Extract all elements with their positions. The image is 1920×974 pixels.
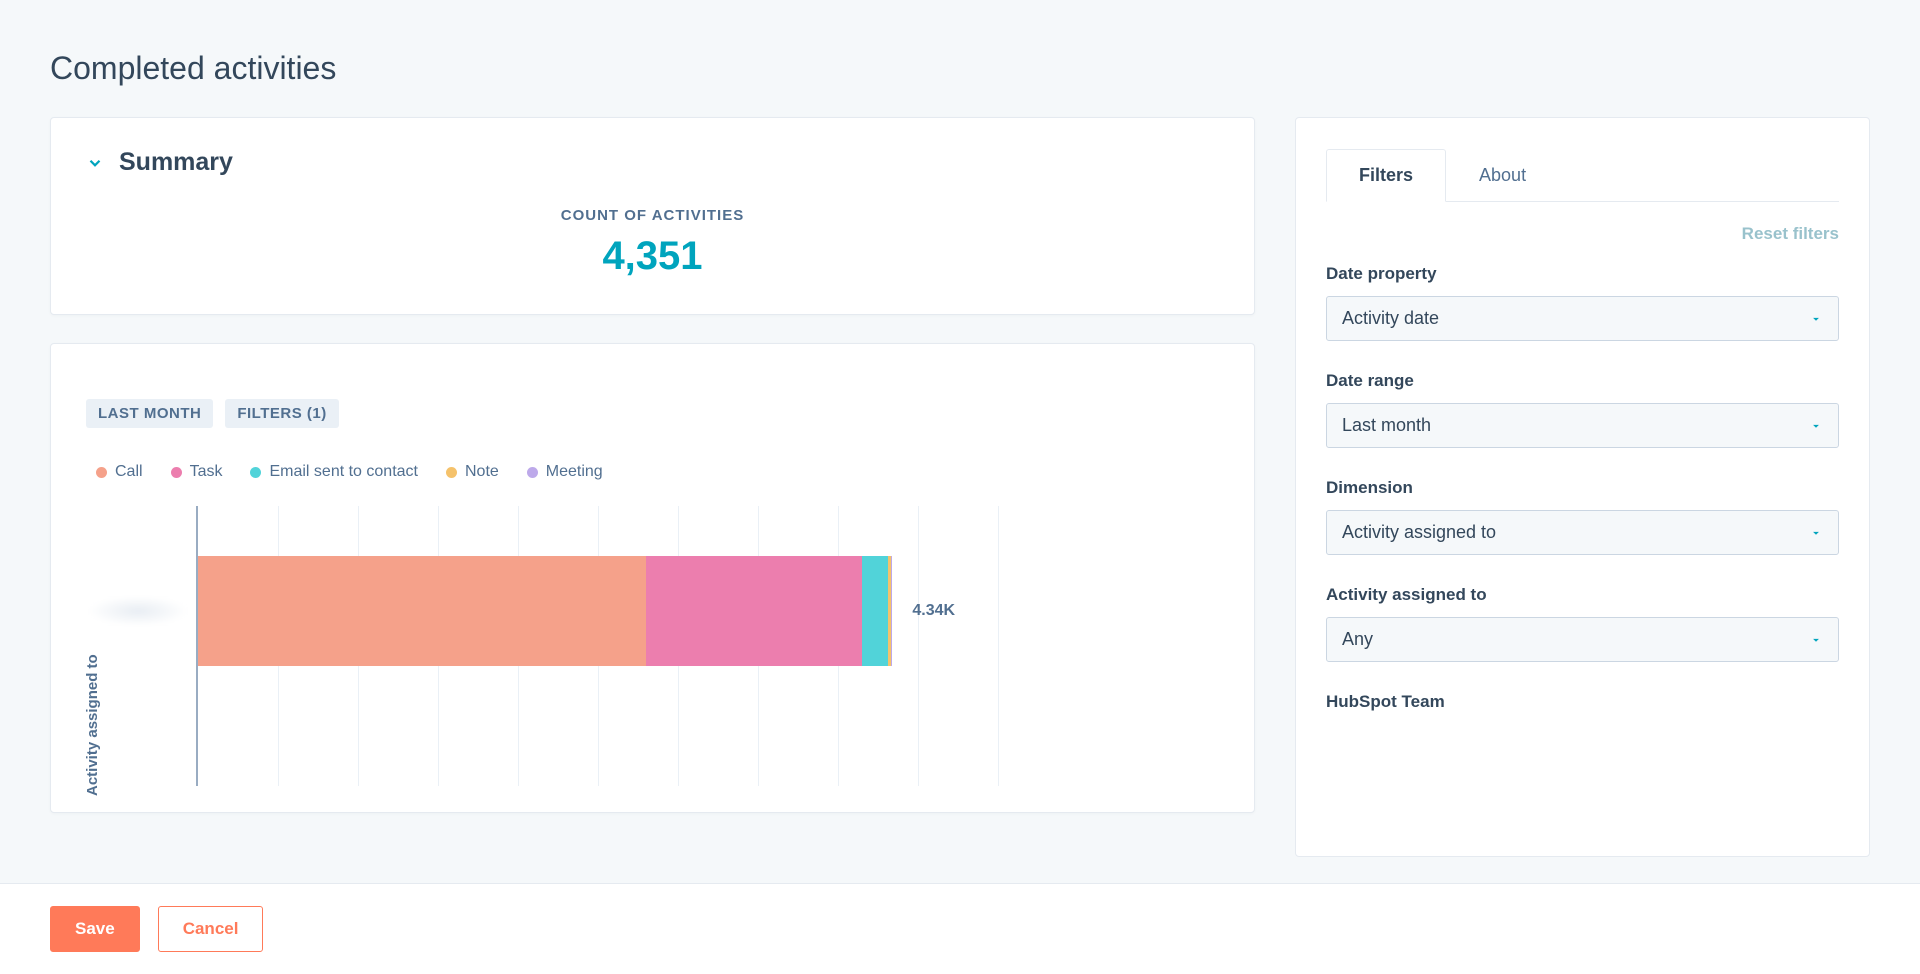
chart-legend: Call Task Email sent to contact Note Meeting <box>86 463 1219 481</box>
cancel-button[interactable]: Cancel <box>158 906 264 952</box>
select-date-property[interactable]: Activity date <box>1326 296 1839 341</box>
select-value: Activity date <box>1342 308 1439 329</box>
chip-date-range[interactable]: LAST MONTH <box>86 399 213 428</box>
bar-segment-email-sent-to-contact[interactable] <box>862 556 888 666</box>
filter-date-range: Date range Last month <box>1326 371 1839 448</box>
filter-label: Date property <box>1326 264 1839 284</box>
tabs: Filters About <box>1326 148 1839 202</box>
reset-filters-link[interactable]: Reset filters <box>1742 224 1839 243</box>
filter-label: Date range <box>1326 371 1839 391</box>
legend-label: Email sent to contact <box>269 463 418 481</box>
category-label-redacted <box>88 596 188 626</box>
chevron-down-icon[interactable] <box>86 154 104 172</box>
bar-total-label: 4.34K <box>912 602 955 620</box>
filter-dimension: Dimension Activity assigned to <box>1326 478 1839 555</box>
filter-label: Dimension <box>1326 478 1839 498</box>
select-value: Any <box>1342 629 1373 650</box>
caret-down-icon <box>1809 312 1823 326</box>
chart-plot: 4.34K <box>196 506 1219 786</box>
select-dimension[interactable]: Activity assigned to <box>1326 510 1839 555</box>
legend-item[interactable]: Email sent to contact <box>250 463 418 481</box>
caret-down-icon <box>1809 526 1823 540</box>
filter-hubspot-team: HubSpot Team <box>1326 692 1839 712</box>
tab-about[interactable]: About <box>1446 149 1559 202</box>
legend-item[interactable]: Meeting <box>527 463 603 481</box>
y-axis-label: Activity assigned to <box>84 654 101 796</box>
right-column: Filters About Reset filters Date propert… <box>1295 117 1870 857</box>
bar-segment-meeting[interactable] <box>891 556 893 666</box>
legend-dot-icon <box>527 467 538 478</box>
legend-dot-icon <box>171 467 182 478</box>
content-area: Summary COUNT OF ACTIVITIES 4,351 LAST M… <box>50 117 1870 857</box>
summary-header[interactable]: Summary <box>86 148 1219 177</box>
chip-filters[interactable]: FILTERS (1) <box>225 399 338 428</box>
summary-body: COUNT OF ACTIVITIES 4,351 <box>86 207 1219 279</box>
filter-panel: Filters About Reset filters Date propert… <box>1295 117 1870 857</box>
caret-down-icon <box>1809 633 1823 647</box>
tab-filters[interactable]: Filters <box>1326 149 1446 202</box>
legend-label: Meeting <box>546 463 603 481</box>
page-title: Completed activities <box>50 50 1870 87</box>
chip-row: LAST MONTH FILTERS (1) <box>86 399 1219 428</box>
summary-card: Summary COUNT OF ACTIVITIES 4,351 <box>50 117 1255 315</box>
metric-label: COUNT OF ACTIVITIES <box>86 207 1219 224</box>
legend-item[interactable]: Call <box>96 463 143 481</box>
filter-label: HubSpot Team <box>1326 692 1839 712</box>
legend-label: Task <box>190 463 223 481</box>
legend-label: Note <box>465 463 499 481</box>
select-assigned-to[interactable]: Any <box>1326 617 1839 662</box>
filter-label: Activity assigned to <box>1326 585 1839 605</box>
legend-dot-icon <box>96 467 107 478</box>
chart-card: LAST MONTH FILTERS (1) Call Task Email sen… <box>50 343 1255 813</box>
legend-item[interactable]: Note <box>446 463 499 481</box>
left-column: Summary COUNT OF ACTIVITIES 4,351 LAST M… <box>50 117 1255 813</box>
metric-value: 4,351 <box>86 234 1219 279</box>
select-date-range[interactable]: Last month <box>1326 403 1839 448</box>
bar-segment-task[interactable] <box>646 556 862 666</box>
footer-bar: Save Cancel <box>0 883 1920 974</box>
legend-label: Call <box>115 463 143 481</box>
legend-dot-icon <box>250 467 261 478</box>
chart-area: Activity assigned to 4.34K <box>196 506 1219 786</box>
caret-down-icon <box>1809 419 1823 433</box>
legend-dot-icon <box>446 467 457 478</box>
legend-item[interactable]: Task <box>171 463 223 481</box>
save-button[interactable]: Save <box>50 906 140 952</box>
summary-title: Summary <box>119 148 233 177</box>
bar-row: 4.34K <box>198 556 1219 666</box>
select-value: Last month <box>1342 415 1431 436</box>
stacked-bar[interactable] <box>198 556 892 666</box>
select-value: Activity assigned to <box>1342 522 1496 543</box>
bar-segment-call[interactable] <box>198 556 646 666</box>
filter-assigned-to: Activity assigned to Any <box>1326 585 1839 662</box>
filter-date-property: Date property Activity date <box>1326 264 1839 341</box>
